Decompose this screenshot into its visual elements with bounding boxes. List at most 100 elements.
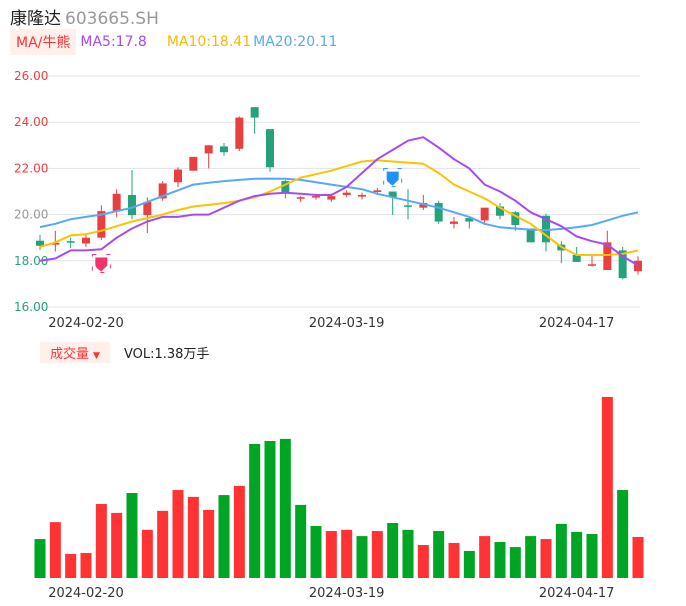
candle [434, 200, 443, 224]
candle-body [235, 117, 244, 149]
candle [66, 237, 75, 249]
candle [250, 107, 259, 134]
y-tick-label: 20.00 [14, 208, 48, 222]
x-tick-label: 2024-02-20 [48, 316, 124, 331]
stock-chart[interactable]: 26.0024.0022.0020.0018.0016.002024-02-20… [0, 0, 686, 606]
volume-bar [264, 440, 276, 578]
candle [266, 129, 274, 172]
candle [36, 234, 44, 250]
volume-bar [172, 490, 184, 578]
candle-body [588, 264, 596, 266]
volume-bar [632, 536, 644, 578]
candle-body [174, 169, 182, 183]
y-tick-label: 22.00 [14, 161, 48, 175]
candle-body [296, 197, 305, 199]
candle-body [358, 194, 366, 197]
candle-body [112, 193, 121, 212]
volume-bar [65, 553, 77, 578]
candle-body [327, 196, 336, 200]
volume-bar [387, 523, 399, 578]
volume-bar [571, 531, 583, 578]
candle-body [404, 205, 412, 207]
volume-bar [525, 536, 537, 578]
candle-body [220, 146, 228, 153]
y-tick-label: 24.00 [14, 115, 48, 129]
volume-bar [494, 542, 506, 578]
candle [603, 230, 612, 271]
volume-bar [157, 510, 169, 578]
volume-bar [540, 539, 552, 578]
candle [388, 191, 397, 216]
candle [634, 256, 642, 275]
candle [450, 216, 458, 229]
volume-bar [111, 512, 123, 578]
volume-bar [341, 529, 353, 578]
candle-body [266, 129, 274, 168]
volume-bar [555, 523, 567, 578]
candle [97, 205, 106, 241]
volume-bar [295, 504, 307, 578]
candle [128, 170, 136, 220]
volume-bar [126, 492, 138, 578]
volume-x-tick-label: 2024-04-17 [539, 586, 615, 601]
candle [189, 156, 198, 171]
candle [618, 246, 627, 280]
x-tick-label: 2024-04-17 [539, 316, 615, 331]
volume-bar [49, 522, 61, 578]
volume-bar [141, 529, 153, 578]
candle-body [312, 196, 320, 198]
volume-bar [34, 539, 46, 578]
volume-bar [187, 496, 199, 578]
bear-signal-icon [383, 168, 403, 188]
candle-body [66, 241, 75, 243]
candle-body [342, 192, 351, 195]
candle-body [434, 203, 443, 222]
candle-body [480, 207, 489, 221]
volume-bar [509, 547, 521, 578]
candle-body [82, 237, 90, 244]
volume-bar [325, 531, 337, 578]
volume-bar [95, 503, 107, 578]
y-tick-label: 16.00 [14, 300, 48, 314]
candle [419, 194, 428, 210]
candle [204, 145, 213, 169]
volume-bar [479, 536, 491, 578]
candle [220, 142, 228, 156]
candle [588, 256, 596, 267]
candle-body [572, 255, 581, 262]
volume-bar [279, 438, 291, 578]
volume-bar [601, 397, 613, 578]
candle-body [128, 194, 136, 216]
x-tick-label: 2024-03-19 [309, 316, 385, 331]
volume-bar [310, 525, 322, 578]
volume-bar [80, 553, 92, 578]
volume-bar [218, 495, 230, 578]
candle-body [204, 145, 213, 154]
volume-bar [586, 534, 598, 578]
volume-bar [402, 529, 414, 578]
candle [174, 167, 182, 187]
candle [296, 196, 305, 202]
bull-signal-icon [91, 254, 111, 274]
volume-bar [433, 531, 445, 578]
y-tick-label: 26.00 [14, 69, 48, 83]
volume-bar [463, 550, 475, 578]
marker-shield [95, 257, 108, 272]
candle-body [634, 260, 642, 272]
marker-shield [386, 171, 399, 186]
candle-body [373, 190, 382, 192]
candle-body [450, 221, 458, 224]
volume-bar [233, 485, 245, 578]
candle [358, 192, 366, 200]
volume-bar [417, 545, 429, 578]
candle [342, 190, 351, 198]
volume-bar [203, 509, 215, 578]
candle [235, 116, 244, 152]
volume-x-tick-label: 2024-02-20 [48, 586, 124, 601]
volume-bar [617, 490, 629, 578]
volume-bar [448, 542, 460, 578]
volume-bar [249, 443, 261, 578]
candle-body [250, 107, 259, 118]
volume-x-tick-label: 2024-03-19 [309, 586, 385, 601]
volume-bar [356, 536, 368, 578]
